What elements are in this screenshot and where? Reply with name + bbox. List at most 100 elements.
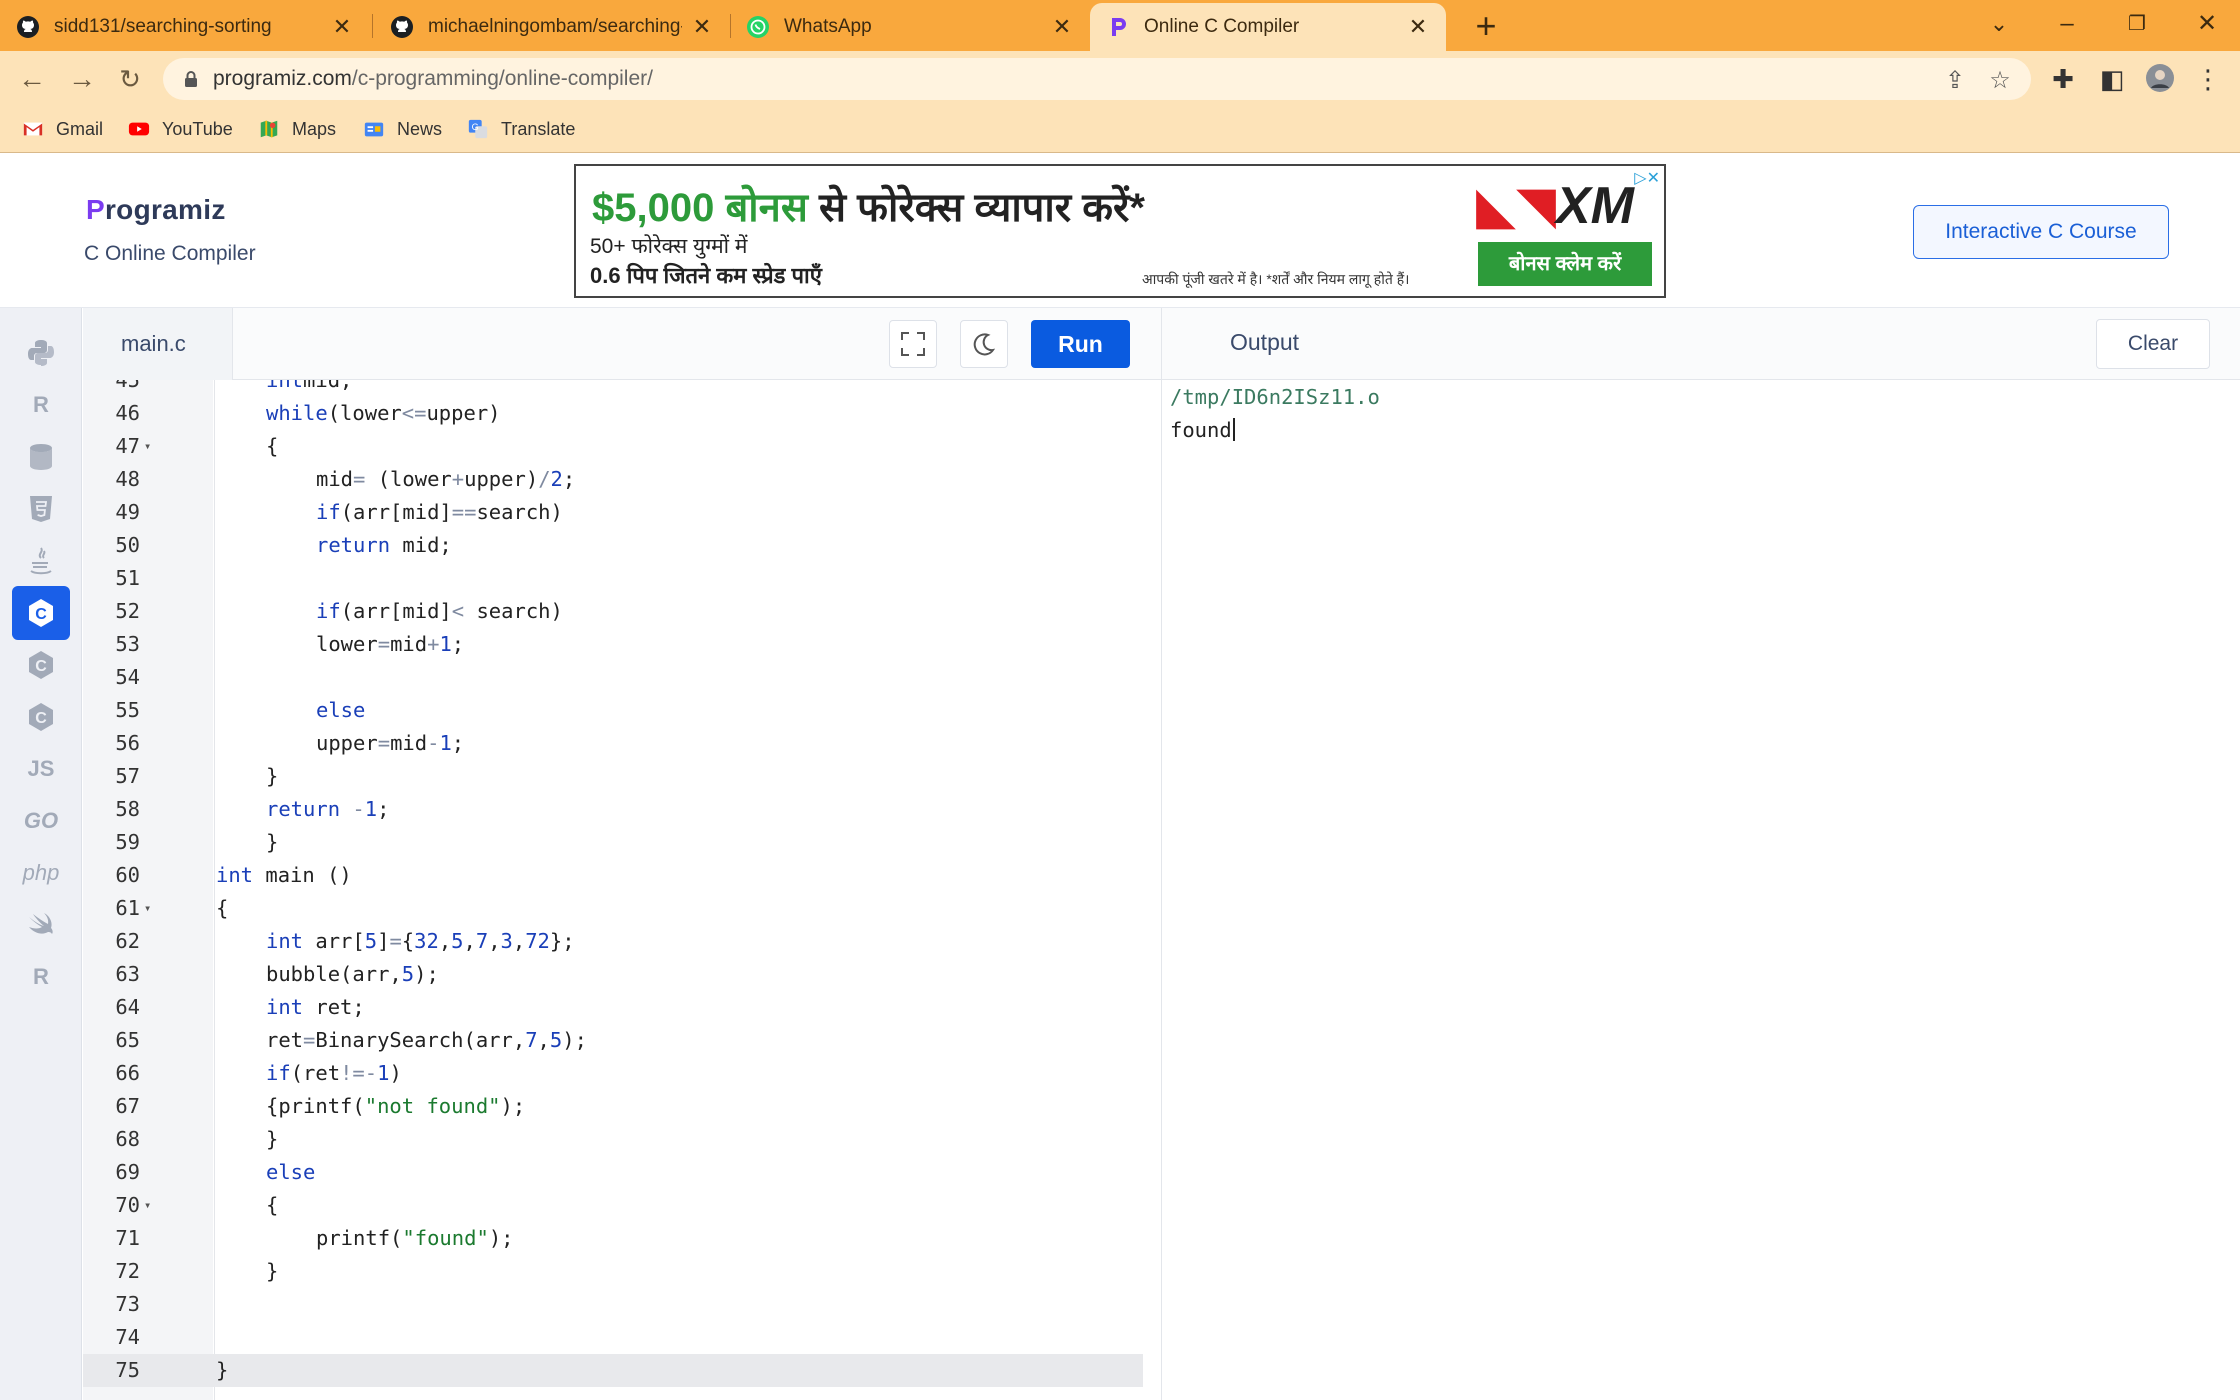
code-line[interactable]: 72} xyxy=(83,1255,1143,1288)
language-csharp[interactable]: C xyxy=(12,690,70,744)
output-header: Output Clear xyxy=(1161,308,2240,380)
code-line[interactable]: 74 xyxy=(83,1321,1143,1354)
line-number: 48 xyxy=(115,467,140,491)
close-icon[interactable]: ✕ xyxy=(690,14,714,40)
side-panel-icon[interactable]: ◧ xyxy=(2096,63,2128,95)
menu-kebab-icon[interactable]: ⋮ xyxy=(2192,63,2224,95)
code-line[interactable]: 64 int ret; xyxy=(83,991,1143,1024)
programiz-logo[interactable]: Programiz xyxy=(86,194,226,226)
code-line[interactable]: 52 if(arr[mid]< search) xyxy=(83,595,1143,628)
ad-cta-button[interactable]: बोनस क्लेम करें xyxy=(1478,242,1652,286)
code-line[interactable]: 49 if(arr[mid]==search) xyxy=(83,496,1143,529)
dark-mode-moon-icon[interactable] xyxy=(960,320,1008,368)
language-python[interactable] xyxy=(12,326,70,380)
code-line[interactable]: 53 lower=mid+1; xyxy=(83,628,1143,661)
ad-headline: $5,000 बोनस से फोरेक्स व्यापार करें* xyxy=(592,178,1145,233)
browser-tab-strip: sidd131/searching-sorting ✕ michaelningo… xyxy=(0,0,2240,51)
code-line[interactable]: 69 else xyxy=(83,1156,1143,1189)
code-line[interactable]: 63 bubble(arr,5); xyxy=(83,958,1143,991)
js-icon: JS xyxy=(27,756,55,781)
code-line[interactable]: 54 xyxy=(83,661,1143,694)
extensions-icon[interactable]: ✚ xyxy=(2047,63,2079,95)
code-line[interactable]: 59} xyxy=(83,826,1143,859)
code-line[interactable]: 67 {printf("not found"); xyxy=(83,1090,1143,1123)
bookmark-youtube[interactable]: YouTube xyxy=(128,116,233,142)
share-icon[interactable]: ⇪ xyxy=(1940,66,1970,94)
language-php[interactable]: php xyxy=(12,846,70,900)
code-line[interactable]: 68} xyxy=(83,1123,1143,1156)
code-line[interactable]: 51 xyxy=(83,562,1143,595)
code-line[interactable]: 48 mid= (lower+upper)/2; xyxy=(83,463,1143,496)
code-line[interactable]: 62 int arr[5]={32,5,7,3,72}; xyxy=(83,925,1143,958)
reload-icon[interactable]: ↻ xyxy=(110,59,150,99)
language-java[interactable] xyxy=(12,534,70,588)
browser-tab-1[interactable]: sidd131/searching-sorting ✕ xyxy=(0,3,370,51)
bookmark-star-icon[interactable]: ☆ xyxy=(1985,66,2015,94)
language-r[interactable]: R xyxy=(12,378,70,432)
interactive-course-button[interactable]: Interactive C Course xyxy=(1913,205,2169,259)
fold-arrow-icon[interactable]: ▾ xyxy=(144,430,151,463)
bookmark-gmail[interactable]: Gmail xyxy=(22,116,103,142)
language-go[interactable]: GO xyxy=(12,794,70,848)
close-icon[interactable]: ✕ xyxy=(1406,14,1430,40)
close-icon[interactable]: ✕ xyxy=(1050,14,1074,40)
code-line[interactable]: 56 upper=mid-1; xyxy=(83,727,1143,760)
language-sql[interactable] xyxy=(12,430,70,484)
code-editor[interactable]: 45 intmid; 46 while(lower<=upper) 47 ▾{48 mid=… xyxy=(83,380,1161,1400)
code-line[interactable]: 58 return -1; xyxy=(83,793,1143,826)
fold-arrow-icon[interactable]: ▾ xyxy=(144,892,151,925)
address-bar[interactable]: programiz.com/c-programming/online-compi… xyxy=(163,58,2031,100)
language-rust[interactable]: R xyxy=(12,950,70,1004)
code-line[interactable]: 61 ▾ { xyxy=(83,892,1143,925)
language-js[interactable]: JS xyxy=(12,742,70,796)
ad-choices-close-icon[interactable]: ▷✕ xyxy=(1634,168,1660,188)
file-tab-main-c[interactable]: main.c xyxy=(83,308,233,380)
run-button[interactable]: Run xyxy=(1031,320,1130,368)
language-swift[interactable] xyxy=(12,898,70,952)
window-close-icon[interactable]: ✕ xyxy=(2182,4,2232,44)
code-line[interactable]: 50 return mid; xyxy=(83,529,1143,562)
advertisement-banner[interactable]: $5,000 बोनस से फोरेक्स व्यापार करें* 50+… xyxy=(574,164,1666,298)
page-subtitle: C Online Compiler xyxy=(84,242,256,265)
code-text: } xyxy=(266,830,279,854)
code-line[interactable]: 55 else xyxy=(83,694,1143,727)
browser-tab-2[interactable]: michaelningombam/searching-s ✕ xyxy=(374,3,730,51)
code-line[interactable]: 46 while(lower<=upper) xyxy=(83,397,1143,430)
new-tab-icon[interactable]: + xyxy=(1466,7,1506,47)
fold-arrow-icon[interactable]: ▾ xyxy=(144,1189,151,1222)
bookmark-maps[interactable]: Maps xyxy=(258,116,336,142)
line-number: 58 xyxy=(115,797,140,821)
code-line[interactable]: 57} xyxy=(83,760,1143,793)
clear-button[interactable]: Clear xyxy=(2096,319,2210,369)
code-line[interactable]: 73 xyxy=(83,1288,1143,1321)
language-c[interactable]: C xyxy=(12,586,70,640)
code-line[interactable]: 75} xyxy=(83,1354,1143,1387)
url-path: /c-programming/online-compiler/ xyxy=(351,67,653,90)
language-html5[interactable] xyxy=(12,482,70,536)
code-line[interactable]: 45 intmid; xyxy=(83,380,1143,397)
forward-icon[interactable]: → xyxy=(62,59,102,99)
browser-tab-3[interactable]: WhatsApp ✕ xyxy=(730,3,1090,51)
minimize-icon[interactable]: – xyxy=(2042,4,2092,44)
bookmark-news[interactable]: News xyxy=(363,116,442,142)
language-cpp[interactable]: C xyxy=(12,638,70,692)
code-line[interactable]: 65 ret=BinarySearch(arr,7,5); xyxy=(83,1024,1143,1057)
code-line[interactable]: 71 printf("found"); xyxy=(83,1222,1143,1255)
code-line[interactable]: 66 if(ret!=-1) xyxy=(83,1057,1143,1090)
line-number: 62 xyxy=(115,929,140,953)
output-title: Output xyxy=(1230,329,1300,355)
tab-search-chevron-icon[interactable]: ⌄ xyxy=(1974,4,2024,44)
output-console[interactable]: /tmp/ID6n2ISz11.o found xyxy=(1161,380,2240,1400)
bookmark-label: YouTube xyxy=(162,118,233,139)
profile-avatar[interactable] xyxy=(2144,63,2176,95)
restore-icon[interactable]: ❐ xyxy=(2112,4,2162,44)
code-line[interactable]: 47 ▾ { xyxy=(83,430,1143,463)
fullscreen-icon[interactable] xyxy=(889,320,937,368)
ad-headline-rest: से फोरेक्स व्यापार करें* xyxy=(807,186,1145,230)
code-line[interactable]: 70 ▾ { xyxy=(83,1189,1143,1222)
back-icon[interactable]: ← xyxy=(12,59,52,99)
code-line[interactable]: 60 int main () xyxy=(83,859,1143,892)
close-icon[interactable]: ✕ xyxy=(330,14,354,40)
bookmark-translate[interactable]: G Translate xyxy=(467,116,575,142)
browser-tab-4-active[interactable]: Online C Compiler ✕ xyxy=(1090,3,1446,51)
